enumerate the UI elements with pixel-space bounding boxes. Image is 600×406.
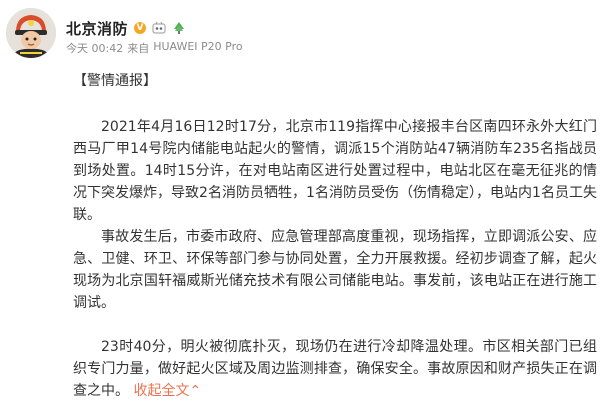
- post-paragraph-2: 事故发生后，市委市政府、应急管理部高度重视，现场指挥，立即调派公安、应急、卫健、…: [73, 229, 597, 311]
- section-tag: 【警情通报】: [73, 73, 157, 89]
- verified-badge-icon: V: [134, 22, 147, 34]
- tree-icon[interactable]: [172, 21, 186, 35]
- vip-icon[interactable]: [152, 21, 166, 35]
- account-row: 北京消防 V: [66, 18, 186, 38]
- avatar[interactable]: [6, 8, 56, 58]
- collapse-label: 收起全文: [133, 383, 190, 399]
- device-name[interactable]: HUAWEI P20 Pro: [153, 40, 242, 56]
- source-prefix: 来自: [127, 42, 150, 55]
- post-header: 北京消防 V 今天 00:42 来自 HUAWEI P20 Pro: [0, 0, 600, 68]
- post-time[interactable]: 今天 00:42: [66, 40, 123, 56]
- chevron-up-icon: ⌃: [189, 383, 202, 399]
- post-paragraph-1: 2021年4月16日12时17分，北京市119指挥中心接报丰台区南四环永外大红门…: [73, 119, 597, 223]
- account-name[interactable]: 北京消防: [66, 18, 128, 39]
- collapse-full-text-link[interactable]: 收起全文⌃: [133, 383, 201, 399]
- firefighter-avatar-icon: [6, 8, 56, 58]
- post-paragraph-3: 23时40分，明火被彻底扑灭，现场仍在进行冷却降温处理。市区相关部门已组织专门力…: [73, 336, 597, 402]
- post-meta: 今天 00:42 来自 HUAWEI P20 Pro: [66, 40, 243, 56]
